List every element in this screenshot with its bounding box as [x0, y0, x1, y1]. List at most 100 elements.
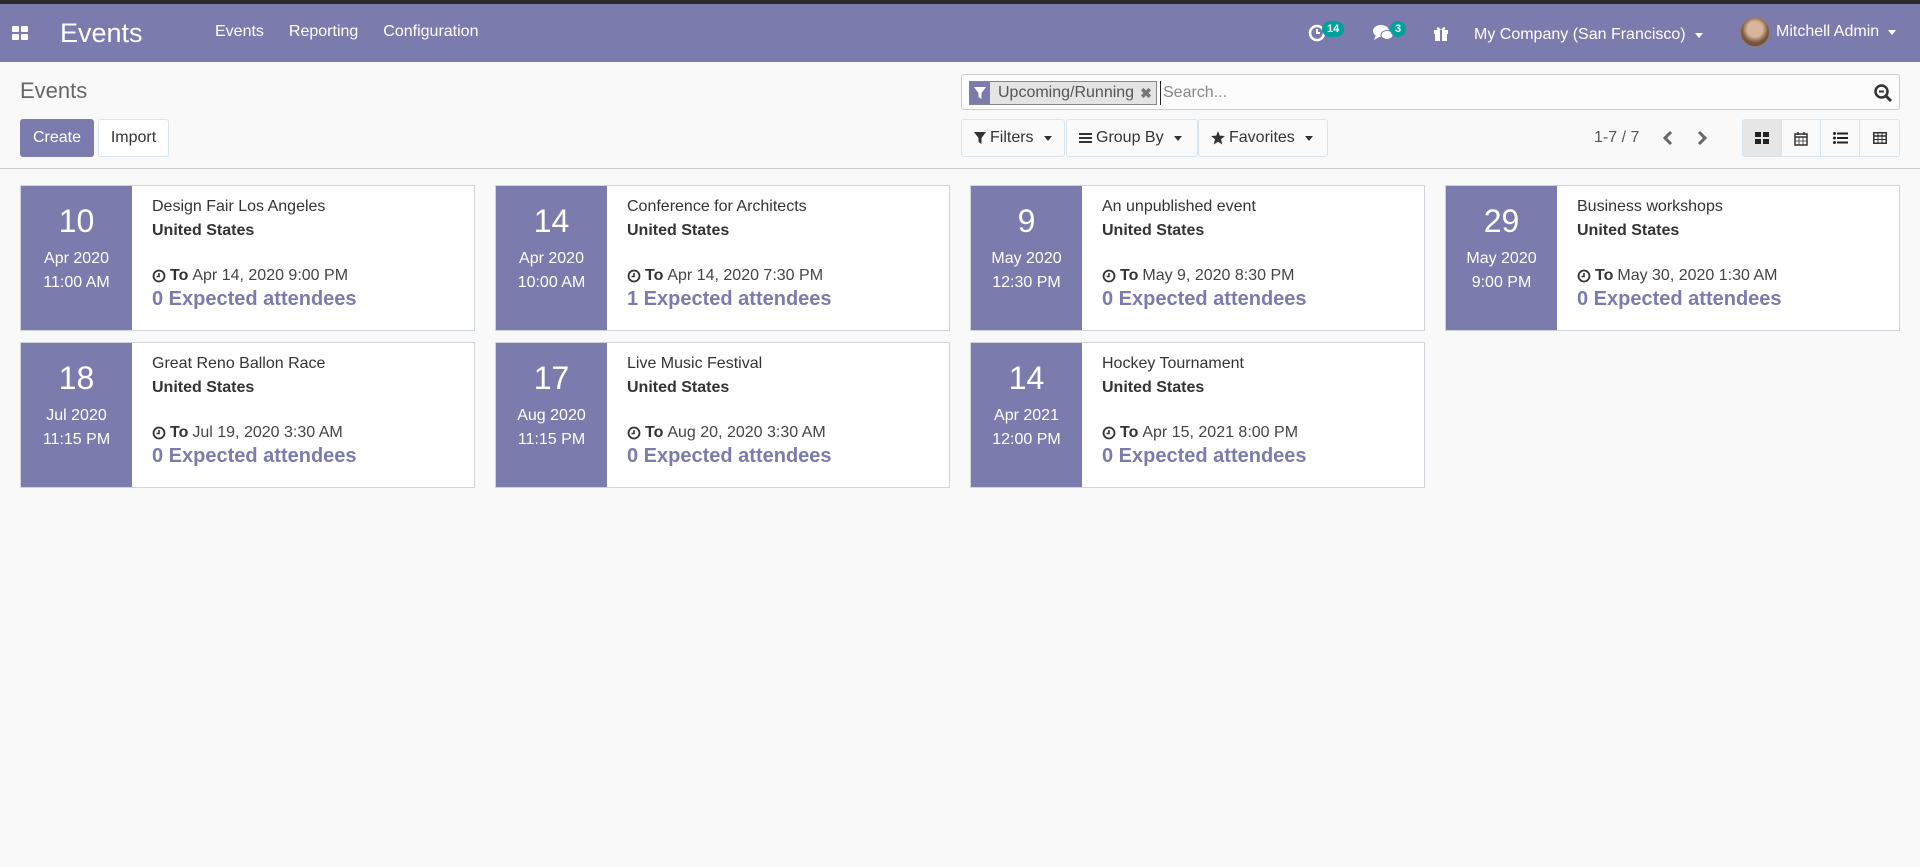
menu-item-reporting[interactable]: Reporting	[289, 23, 358, 41]
event-end-date: Apr 14, 2020 9:00 PM	[192, 267, 349, 284]
expected-attendees: 0 Expected attendees	[152, 288, 357, 310]
event-time: 11:15 PM	[42, 431, 111, 448]
event-country: United States	[152, 379, 255, 396]
control-panel: Events Create Import Upcoming/Running ✖ …	[0, 62, 1920, 169]
to-label: To	[1595, 267, 1614, 284]
event-end-date: Apr 15, 2021 8:00 PM	[1142, 424, 1299, 441]
event-card[interactable]: 17 Aug 2020 11:15 PM Live Music Festival…	[495, 342, 950, 488]
clock-icon	[152, 426, 166, 440]
event-end: To Aug 20, 2020 3:30 AM	[627, 423, 832, 443]
import-button[interactable]: Import	[98, 119, 169, 157]
message-count-badge: 3	[1390, 21, 1407, 37]
event-card[interactable]: 14 Apr 2020 10:00 AM Conference for Arch…	[495, 185, 950, 331]
table-icon	[1872, 132, 1887, 144]
clock-icon	[152, 269, 166, 283]
event-card[interactable]: 14 Apr 2021 12:00 PM Hockey Tournament U…	[970, 342, 1425, 488]
pager-previous-button[interactable]	[1658, 126, 1678, 150]
search-bar: Upcoming/Running ✖	[961, 74, 1900, 110]
activities-button[interactable]: 14	[1308, 21, 1345, 45]
event-details: Conference for Architects United States …	[607, 186, 832, 330]
event-end-date: May 30, 2020 1:30 AM	[1617, 267, 1778, 284]
event-name: Design Fair Los Angeles	[152, 198, 326, 215]
facet-label: Upcoming/Running	[998, 84, 1135, 101]
star-icon	[1211, 131, 1225, 145]
event-card[interactable]: 29 May 2020 9:00 PM Business workshops U…	[1445, 185, 1900, 331]
event-name: An unpublished event	[1102, 198, 1256, 215]
event-month: Aug 2020	[517, 407, 586, 424]
list-view-button[interactable]	[1821, 120, 1860, 156]
event-card[interactable]: 9 May 2020 12:30 PM An unpublished event…	[970, 185, 1425, 331]
main-navbar: Events Events Reporting Configuration 14…	[0, 4, 1920, 62]
event-day: 10	[58, 203, 95, 239]
caret-down-icon	[1888, 29, 1897, 35]
groupby-dropdown[interactable]: Group By	[1066, 119, 1198, 157]
filter-icon	[974, 132, 986, 144]
search-icon[interactable]	[1873, 83, 1893, 103]
event-date-box: 17 Aug 2020 11:15 PM	[496, 343, 607, 487]
menu-item-events[interactable]: Events	[215, 23, 264, 41]
event-time: 11:15 PM	[517, 431, 586, 448]
expected-attendees: 0 Expected attendees	[152, 445, 357, 467]
view-switcher	[1742, 119, 1900, 157]
event-time: 12:00 PM	[992, 431, 1061, 448]
event-country: United States	[152, 222, 255, 239]
calendar-icon	[1794, 131, 1808, 146]
menu-item-configuration[interactable]: Configuration	[383, 23, 478, 41]
chevron-left-icon	[1663, 131, 1673, 145]
event-end-date: Jul 19, 2020 3:30 AM	[192, 424, 343, 441]
expected-attendees: 0 Expected attendees	[1102, 288, 1307, 310]
company-switcher[interactable]: My Company (San Francisco)	[1474, 23, 1703, 47]
pager-next-button[interactable]	[1692, 126, 1712, 150]
pivot-view-button[interactable]	[1860, 120, 1899, 156]
clock-icon	[1577, 269, 1591, 283]
bars-icon	[1079, 133, 1092, 143]
event-date-box: 29 May 2020 9:00 PM	[1446, 186, 1557, 330]
event-month: May 2020	[1466, 250, 1537, 267]
event-end-date: Aug 20, 2020 3:30 AM	[667, 424, 826, 441]
filters-dropdown[interactable]: Filters	[961, 119, 1065, 157]
event-end: To Apr 14, 2020 9:00 PM	[152, 266, 357, 286]
event-details: Hockey Tournament United States To Apr 1…	[1082, 343, 1307, 487]
event-end: To Jul 19, 2020 3:30 AM	[152, 423, 357, 443]
event-details: Great Reno Ballon Race United States To …	[132, 343, 357, 487]
event-name: Conference for Architects	[627, 198, 807, 215]
activity-count-badge: 14	[1322, 21, 1345, 37]
calendar-view-button[interactable]	[1782, 120, 1821, 156]
to-label: To	[170, 424, 189, 441]
to-label: To	[645, 424, 664, 441]
event-details: Design Fair Los Angeles United States To…	[132, 186, 357, 330]
filter-icon	[970, 82, 990, 104]
kanban-view-button[interactable]	[1743, 120, 1782, 156]
company-name: My Company (San Francisco)	[1474, 26, 1686, 43]
event-date-box: 14 Apr 2020 10:00 AM	[496, 186, 607, 330]
event-date-box: 18 Jul 2020 11:15 PM	[21, 343, 132, 487]
event-card[interactable]: 10 Apr 2020 11:00 AM Design Fair Los Ang…	[20, 185, 475, 331]
event-date-box: 14 Apr 2021 12:00 PM	[971, 343, 1082, 487]
pager-value[interactable]: 1-7 / 7	[1594, 129, 1639, 147]
expected-attendees: 0 Expected attendees	[1577, 288, 1782, 310]
event-end: To May 9, 2020 8:30 PM	[1102, 266, 1307, 286]
event-date-box: 10 Apr 2020 11:00 AM	[21, 186, 132, 330]
clock-icon	[627, 269, 641, 283]
apps-menu-icon[interactable]	[12, 26, 28, 40]
event-day: 14	[1008, 360, 1045, 396]
caret-down-icon	[1173, 135, 1182, 141]
event-time: 9:00 PM	[1471, 274, 1532, 291]
groupby-label: Group By	[1096, 129, 1164, 146]
clock-icon	[1102, 426, 1116, 440]
user-menu[interactable]: Mitchell Admin	[1740, 16, 1897, 48]
event-day: 9	[1017, 203, 1036, 239]
favorites-dropdown[interactable]: Favorites	[1198, 119, 1328, 157]
event-end: To Apr 14, 2020 7:30 PM	[627, 266, 832, 286]
to-label: To	[1120, 267, 1139, 284]
search-input[interactable]	[1160, 81, 1840, 105]
remove-facet-icon[interactable]: ✖	[1140, 85, 1156, 102]
event-card[interactable]: 18 Jul 2020 11:15 PM Great Reno Ballon R…	[20, 342, 475, 488]
gift-button[interactable]	[1433, 21, 1449, 45]
event-end: To May 30, 2020 1:30 AM	[1577, 266, 1782, 286]
event-name: Great Reno Ballon Race	[152, 355, 326, 372]
event-time: 12:30 PM	[992, 274, 1061, 291]
expected-attendees: 0 Expected attendees	[1102, 445, 1307, 467]
create-button[interactable]: Create	[20, 119, 94, 157]
messages-button[interactable]: 3	[1372, 21, 1407, 45]
